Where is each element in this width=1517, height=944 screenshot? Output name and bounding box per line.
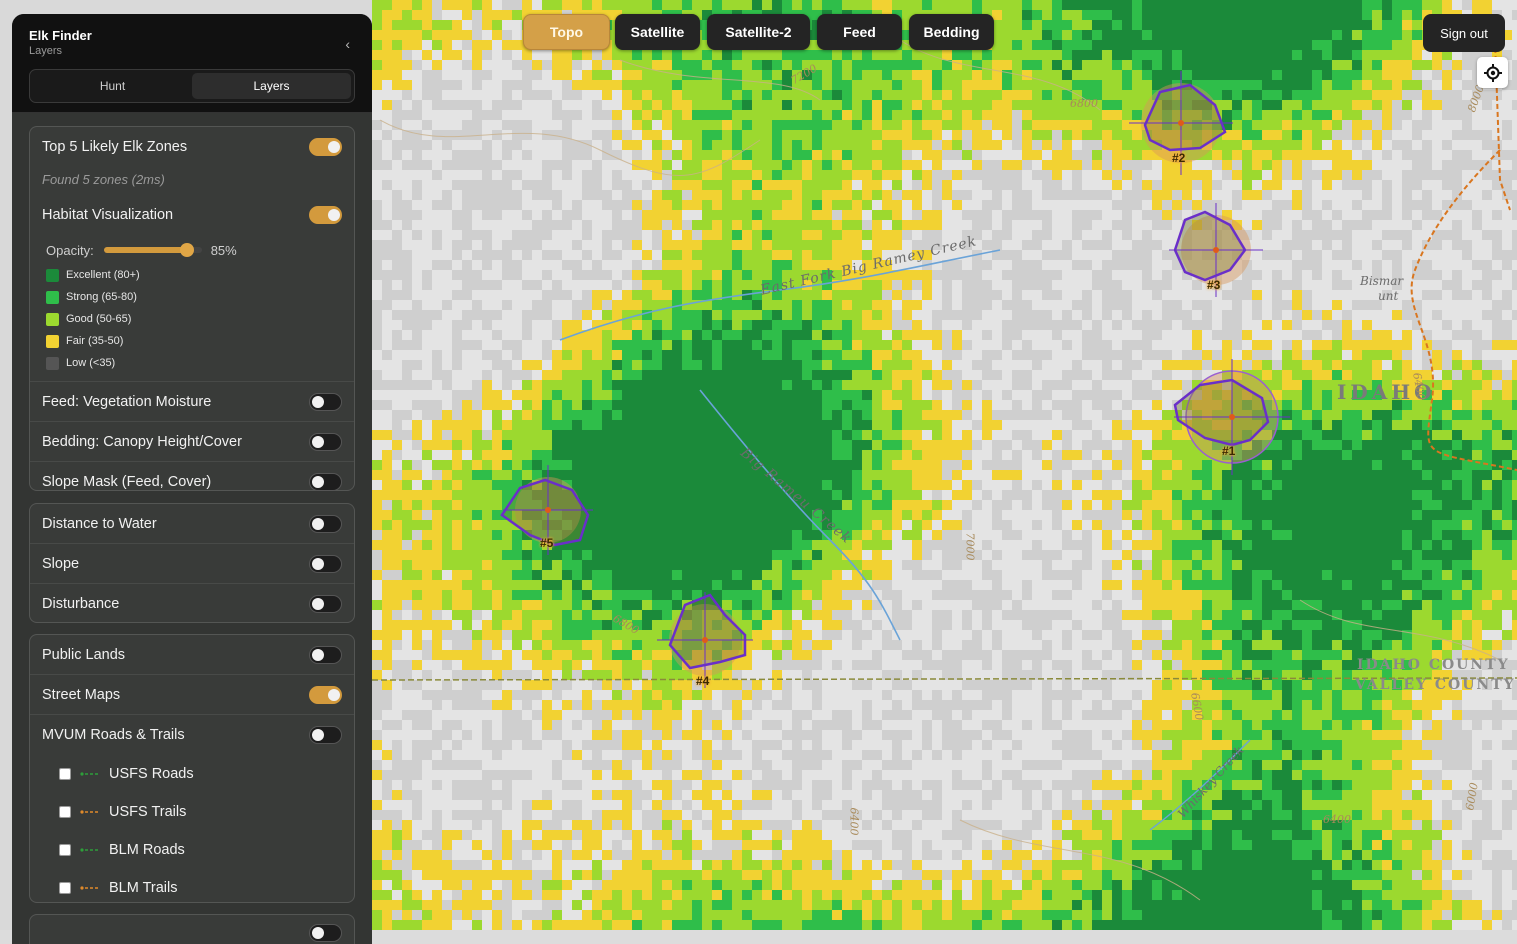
green-road-line-icon — [80, 848, 100, 852]
county-label-valley: VALLEY COUNTY — [1355, 677, 1516, 693]
zone-label-3[interactable]: #3 — [1207, 278, 1220, 292]
slope-row: Slope — [30, 544, 354, 584]
slope-mask-row: Slope Mask (Feed, Cover) — [30, 462, 354, 502]
public-lands-row: Public Lands — [30, 635, 354, 675]
sign-out-button[interactable]: Sign out — [1423, 14, 1505, 52]
blm-trails-row: BLM Trails — [30, 869, 354, 907]
next-layer-toggle[interactable] — [309, 924, 342, 942]
collapse-chevron-icon[interactable]: ‹ — [345, 36, 350, 52]
bedding-canopy-toggle[interactable] — [309, 432, 342, 451]
slope-mask-toggle[interactable] — [309, 473, 342, 491]
top5-zones-toggle[interactable] — [309, 138, 342, 156]
feed-layer-button[interactable]: Feed — [817, 14, 902, 50]
legend-item: Good (50-65) — [30, 308, 354, 330]
legend-swatch — [46, 268, 59, 282]
blm-roads-checkbox[interactable] — [59, 844, 71, 856]
bedding-layer-button[interactable]: Bedding — [909, 14, 994, 50]
street-maps-label: Street Maps — [42, 686, 121, 703]
place-label-bismar: Bismar — [1360, 274, 1404, 288]
zone-label-5[interactable]: #5 — [540, 536, 553, 550]
sidebar-tabs: Hunt Layers — [29, 69, 355, 103]
legend-swatch — [46, 312, 59, 326]
habitat-layers-group: Top 5 Likely Elk Zones Found 5 zones (2m… — [29, 126, 355, 491]
legend-item: Fair (35-50) — [30, 330, 354, 352]
legend-item: Excellent (80+) — [30, 264, 354, 286]
sidebar-header: Elk Finder Layers ‹ Hunt Layers — [12, 14, 372, 113]
disturbance-row: Disturbance — [30, 584, 354, 624]
crosshair-locate-icon[interactable] — [1477, 57, 1508, 88]
mvum-toggle[interactable] — [309, 726, 342, 744]
tab-hunt[interactable]: Hunt — [33, 73, 192, 99]
distance-water-toggle[interactable] — [309, 514, 342, 533]
distance-water-row: Distance to Water — [30, 504, 354, 544]
bedding-canopy-row: Bedding: Canopy Height/Cover — [30, 422, 354, 462]
habitat-viz-row: Habitat Visualization — [30, 193, 354, 237]
blm-trails-checkbox[interactable] — [59, 882, 71, 894]
contour-label: 6400 — [1323, 813, 1351, 826]
feed-moisture-label: Feed: Vegetation Moisture — [42, 393, 212, 410]
legend-item: Strong (65-80) — [30, 286, 354, 308]
blm-roads-label: BLM Roads — [109, 842, 185, 858]
slope-label: Slope — [42, 555, 80, 572]
green-road-line-icon — [80, 772, 100, 776]
top5-zones-label: Top 5 Likely Elk Zones — [42, 139, 188, 155]
feed-moisture-row: Feed: Vegetation Moisture — [30, 382, 354, 422]
slope-toggle[interactable] — [309, 554, 342, 573]
usfs-roads-checkbox[interactable] — [59, 768, 71, 780]
legend-item: Low (<35) — [30, 352, 354, 374]
opacity-value: 85% — [210, 242, 237, 258]
usfs-roads-row: USFS Roads — [30, 755, 354, 793]
contour-label: 7000 — [963, 532, 977, 561]
distance-water-label: Distance to Water — [42, 515, 157, 532]
street-maps-row: Street Maps — [30, 675, 354, 715]
orange-trail-line-icon — [80, 886, 100, 890]
feed-moisture-toggle[interactable] — [309, 392, 342, 411]
opacity-slider[interactable] — [103, 243, 202, 257]
zone-label-1[interactable]: #1 — [1222, 444, 1235, 458]
top5-zones-row: Top 5 Likely Elk Zones — [30, 127, 354, 167]
street-maps-toggle[interactable] — [309, 685, 342, 704]
usfs-roads-label: USFS Roads — [109, 766, 194, 782]
legend-swatch — [46, 356, 59, 370]
county-label-idaho: IDAHO COUNTY — [1357, 657, 1510, 673]
basemap-satellite-button[interactable]: Satellite — [615, 14, 700, 50]
bedding-canopy-label: Bedding: Canopy Height/Cover — [42, 433, 242, 450]
contour-label: 6800 — [1070, 97, 1098, 110]
overlay-layers-group: Public Lands Street Maps MVUM Roads & Tr… — [29, 634, 355, 903]
habitat-viz-label: Habitat Visualization — [42, 207, 174, 223]
opacity-slider-thumb[interactable] — [179, 243, 194, 257]
opacity-label: Opacity: — [46, 242, 94, 258]
layers-sidebar: Elk Finder Layers ‹ Hunt Layers Top 5 Li… — [12, 14, 372, 944]
basemap-satellite-2-button[interactable]: Satellite-2 — [707, 14, 810, 50]
disturbance-toggle[interactable] — [309, 595, 342, 613]
habitat-legend: Excellent (80+) Strong (65-80) Good (50-… — [30, 263, 354, 374]
usfs-trails-label: USFS Trails — [109, 804, 187, 820]
usfs-trails-row: USFS Trails — [30, 793, 354, 831]
habitat-viz-toggle[interactable] — [309, 206, 342, 224]
app-title: Elk Finder — [29, 28, 92, 43]
blm-trails-label: BLM Trails — [109, 880, 178, 896]
terrain-layers-group: Distance to Water Slope Disturbance — [29, 503, 355, 623]
opacity-control: Opacity: 85% — [30, 237, 354, 263]
disturbance-label: Disturbance — [42, 596, 120, 612]
basemap-topo-button[interactable]: Topo — [523, 14, 610, 50]
contour-label: 6400 — [847, 807, 861, 836]
legend-swatch — [46, 334, 59, 348]
legend-swatch — [46, 290, 59, 304]
mvum-row: MVUM Roads & Trails — [30, 715, 354, 755]
app-subtitle: Layers — [29, 45, 63, 57]
blm-roads-row: BLM Roads — [30, 831, 354, 869]
mvum-label: MVUM Roads & Trails — [42, 727, 185, 743]
place-label-bismar-2: unt — [1378, 289, 1399, 303]
public-lands-toggle[interactable] — [309, 645, 342, 664]
usfs-trails-checkbox[interactable] — [59, 806, 71, 818]
zone-label-4[interactable]: #4 — [696, 674, 709, 688]
zone-label-2[interactable]: #2 — [1172, 151, 1185, 165]
public-lands-label: Public Lands — [42, 646, 126, 663]
slope-mask-label: Slope Mask (Feed, Cover) — [42, 474, 212, 490]
next-layers-group — [29, 914, 355, 944]
orange-trail-line-icon — [80, 810, 100, 814]
tab-layers[interactable]: Layers — [192, 73, 351, 99]
zones-found-note: Found 5 zones (2ms) — [42, 172, 165, 187]
